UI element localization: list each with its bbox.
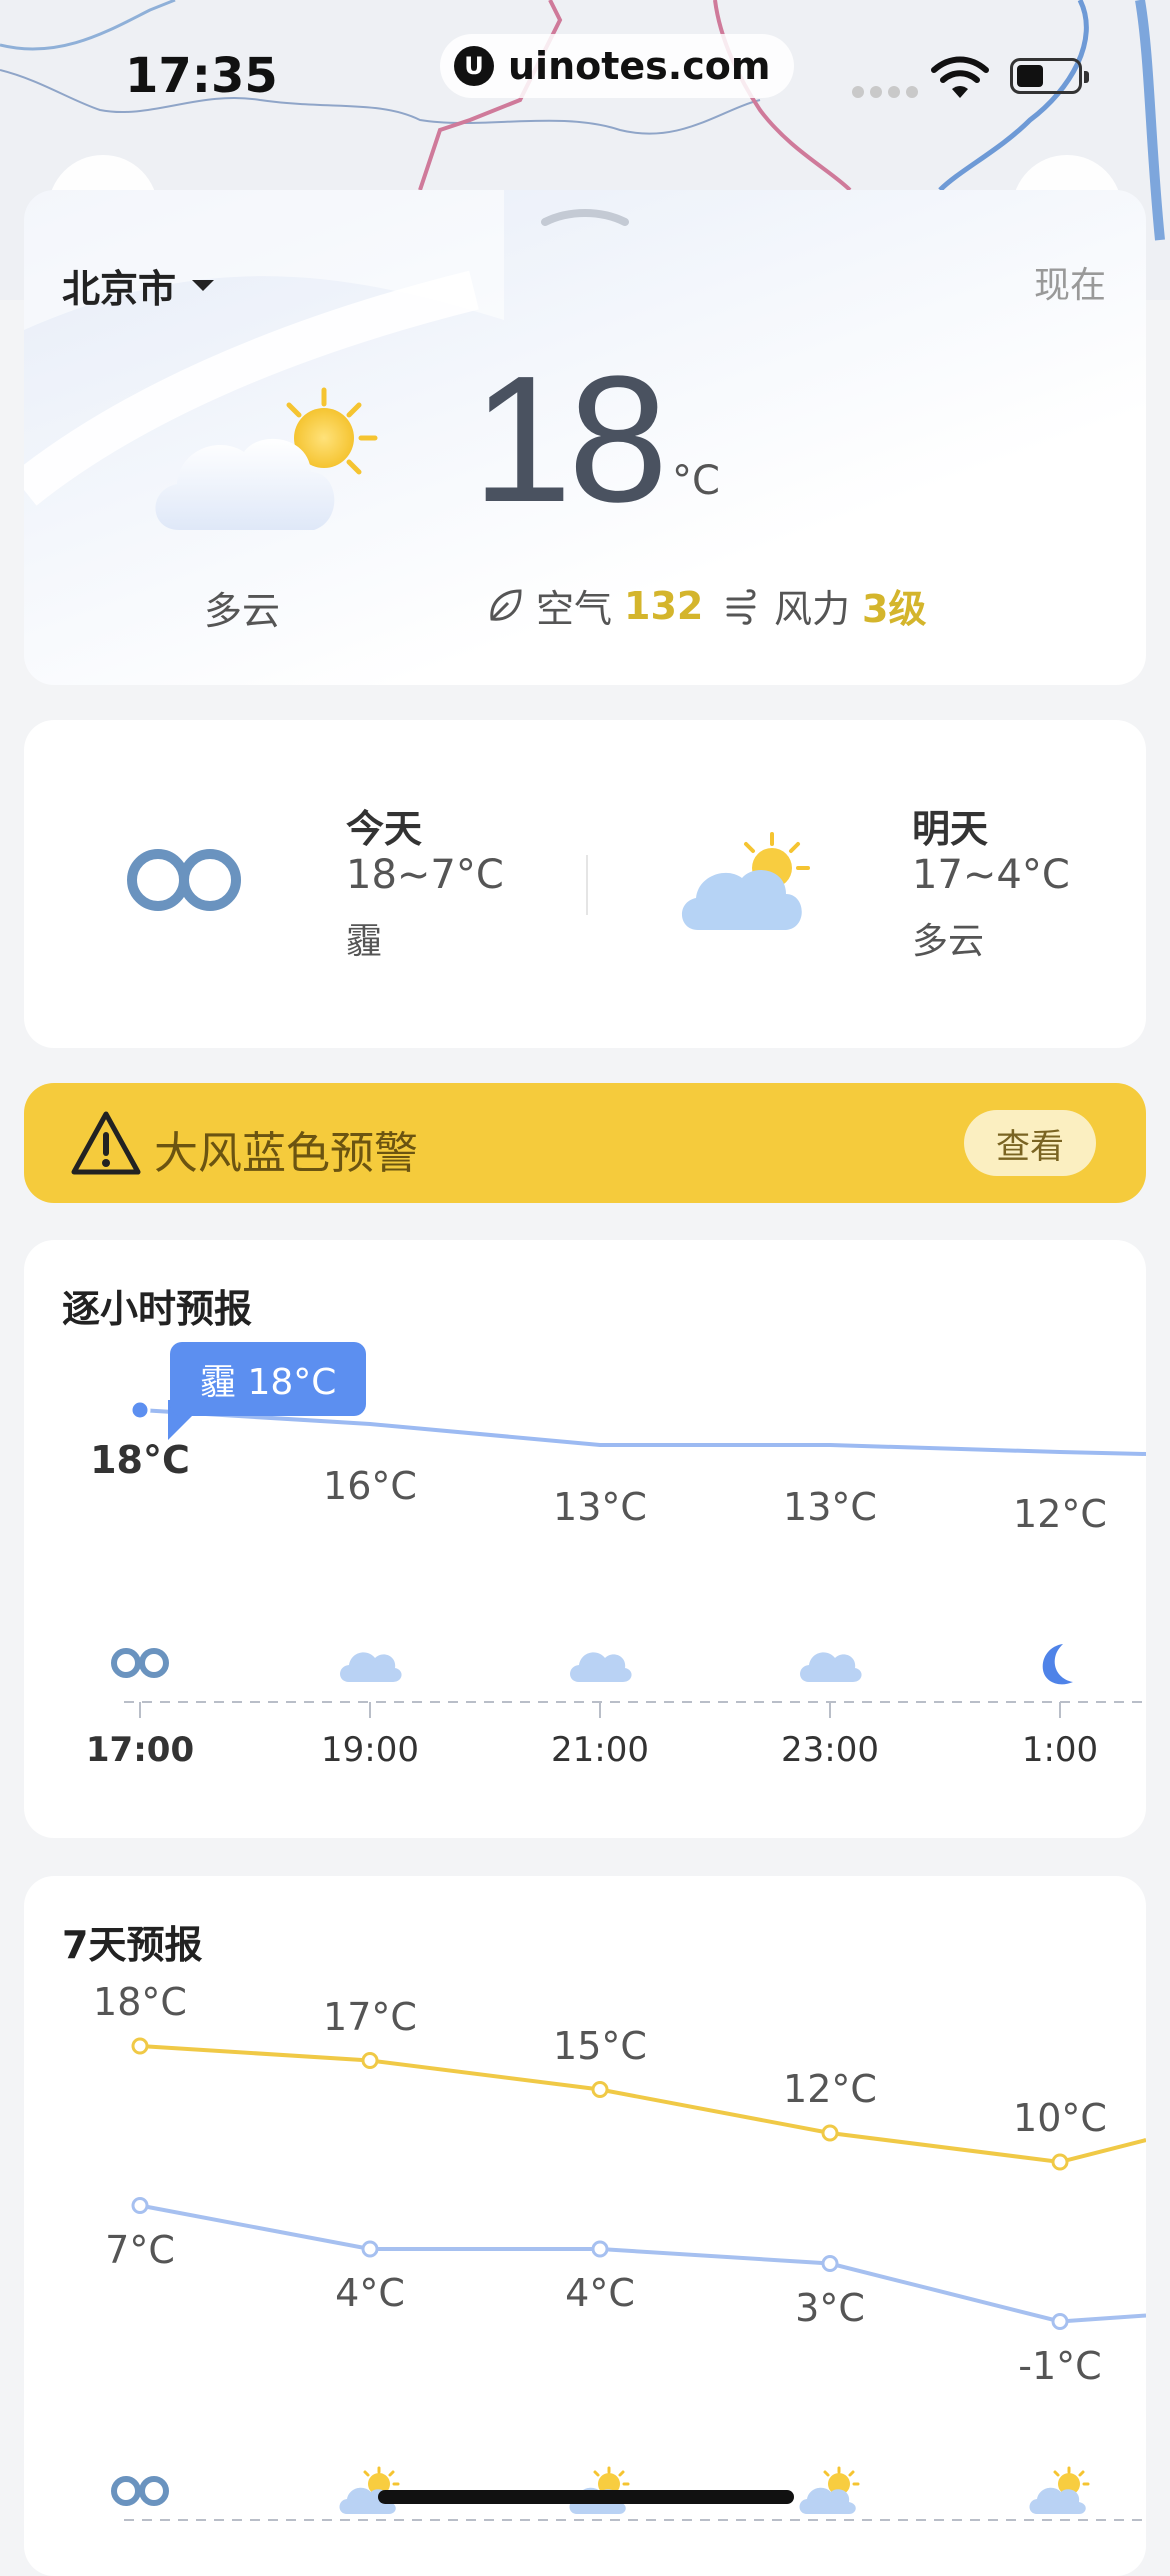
hourly-temp-label: 16°C	[323, 1464, 417, 1508]
temperature-unit: °C	[672, 458, 720, 504]
today-range: 18~7°C	[346, 852, 504, 898]
haze-icon	[111, 2476, 169, 2506]
haze-icon	[127, 849, 241, 911]
hourly-temp-line	[139, 1408, 1146, 1456]
today-tomorrow-card[interactable]: 今天 18~7°C 霾 明天 17~4°C 多云	[24, 720, 1146, 1048]
today-condition: 霾	[346, 921, 383, 962]
weekly-high-point	[591, 2081, 609, 2098]
hourly-forecast-card: 逐小时预报 霾 18°C 18°C 17:00 16°C 19:00 13°C 21:00…	[24, 1240, 1146, 1838]
hourly-time-label: 21:00	[551, 1730, 649, 1770]
air-quality[interactable]: 空气 132	[486, 578, 703, 633]
warning-triangle-icon	[71, 1111, 141, 1175]
hourly-time-label: 17:00	[85, 1730, 195, 1770]
tomorrow-title: 明天	[912, 807, 989, 851]
warning-text: 大风蓝色预警	[154, 1128, 418, 1179]
view-warning-button[interactable]: 查看	[964, 1110, 1096, 1176]
watermark-logo-icon: U	[454, 46, 494, 86]
wind-label: 风力	[774, 587, 851, 631]
partly-cloudy-icon	[155, 387, 378, 530]
weekly-high-label: 17°C	[323, 1994, 417, 2039]
watermark-text: uinotes.com	[508, 44, 771, 88]
hourly-temp-label: 13°C	[783, 1485, 877, 1529]
today-title: 今天	[346, 807, 423, 851]
weekly-high-label: 18°C	[93, 1980, 187, 2024]
city-name: 北京市	[62, 267, 177, 311]
cloudy-icon	[800, 1652, 862, 1682]
divider	[586, 855, 588, 915]
current-temperature: 18	[472, 339, 668, 540]
cloudy-icon	[570, 1652, 632, 1682]
hourly-temp-label: 13°C	[553, 1485, 647, 1529]
weekly-low-point	[591, 2240, 609, 2258]
seven-day-forecast-card: 7天预报 18°C 17°C 15°C 12°C 10°C 7°C 4°C 4°C 3°C -1°…	[24, 1876, 1146, 2576]
hourly-temp-label: 12°C	[1013, 1492, 1107, 1536]
aqi-value: 132	[624, 583, 704, 628]
weekly-low-label: 4°C	[565, 2271, 635, 2315]
city-selector[interactable]: 北京市	[62, 258, 215, 313]
weekly-low-label: 7°C	[105, 2227, 175, 2272]
weekly-high-point	[821, 2124, 839, 2142]
wind-level[interactable]: 风力 3级	[724, 578, 926, 633]
hourly-time-label: 1:00	[1021, 1730, 1099, 1770]
weekly-low-label: 4°C	[335, 2271, 405, 2315]
weekly-high-point	[1051, 2153, 1069, 2171]
hourly-current-point	[129, 1399, 151, 1421]
weekly-high-point	[361, 2052, 379, 2069]
cellular-signal-icon	[852, 86, 918, 98]
weekly-low-label: 3°C	[795, 2285, 865, 2330]
drag-handle[interactable]	[539, 208, 631, 226]
wind-icon	[726, 588, 756, 625]
leaf-icon	[490, 588, 522, 621]
weather-warning-banner[interactable]: 大风蓝色预警 查看	[24, 1083, 1146, 1203]
partly-cloudy-icon	[799, 2466, 860, 2514]
battery-icon	[1010, 58, 1089, 94]
home-indicator[interactable]	[378, 2490, 794, 2504]
weekly-low-point	[131, 2197, 149, 2214]
weekly-low-label: -1°C	[1018, 2343, 1102, 2388]
weekly-high-point	[131, 2037, 149, 2055]
aqi-label: 空气	[536, 587, 613, 631]
partly-cloudy-icon	[681, 832, 810, 930]
hourly-temp-label: 18°C	[90, 1438, 190, 1482]
haze-icon	[111, 1648, 169, 1678]
tomorrow-range: 17~4°C	[912, 852, 1070, 898]
cloudy-icon	[340, 1652, 402, 1682]
hourly-time-label: 19:00	[321, 1730, 419, 1770]
weekly-high-label: 10°C	[1013, 2096, 1107, 2140]
moon-icon	[1042, 1644, 1073, 1685]
wifi-icon	[931, 56, 989, 98]
current-condition: 多云	[204, 589, 281, 633]
watermark-badge: U uinotes.com	[440, 34, 795, 98]
chevron-down-icon	[192, 280, 215, 291]
wind-value: 3级	[862, 587, 927, 631]
now-label: 现在	[1033, 265, 1106, 306]
weekly-high-label: 12°C	[783, 2067, 877, 2111]
hourly-tooltip: 霾 18°C	[170, 1342, 367, 1416]
current-weather-card: 北京市 现在 18 °C 多云 空气 132 风力 3级	[24, 190, 1146, 685]
weekly-high-label: 15°C	[553, 2023, 647, 2068]
weekly-low-point	[1051, 2313, 1069, 2330]
status-time: 17:35	[125, 48, 278, 104]
hourly-time-label: 23:00	[781, 1730, 879, 1770]
weekly-low-point	[361, 2240, 379, 2258]
status-bar: 17:35 U uinotes.com	[0, 0, 1170, 150]
weekly-low-point	[821, 2255, 839, 2272]
partly-cloudy-icon	[1029, 2466, 1090, 2514]
tomorrow-condition: 多云	[912, 921, 985, 962]
